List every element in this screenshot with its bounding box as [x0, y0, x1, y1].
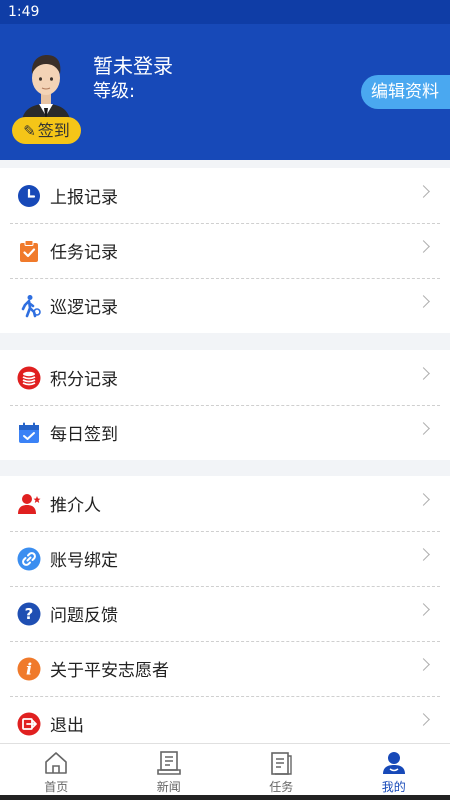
patrol-walk-icon — [17, 294, 41, 318]
status-time: 1:49 — [8, 4, 40, 20]
menu-item-account-binding[interactable]: 账号绑定 — [0, 531, 450, 586]
status-bar: 1:49 — [0, 0, 450, 24]
menu-label: 退出 — [50, 716, 84, 736]
tab-news[interactable]: 新闻 — [113, 744, 226, 795]
tab-label: 首页 — [44, 780, 69, 794]
chevron-right-icon — [417, 295, 430, 308]
signin-label: 签到 — [37, 121, 70, 140]
menu-label: 每日签到 — [50, 425, 118, 445]
menu-label: 问题反馈 — [50, 606, 118, 626]
menu-item-patrol-records[interactable]: 巡逻记录 — [0, 278, 450, 333]
points-coins-icon — [17, 366, 41, 390]
chevron-right-icon — [417, 658, 430, 671]
menu-item-feedback[interactable]: ? 问题反馈 — [0, 586, 450, 641]
menu-label: 巡逻记录 — [50, 298, 118, 318]
task-icon — [271, 752, 292, 775]
menu-item-points-records[interactable]: 积分记录 — [0, 350, 450, 405]
profile-icon — [382, 752, 405, 774]
chevron-right-icon — [417, 422, 430, 435]
logout-icon — [17, 712, 41, 736]
menu-item-task-records[interactable]: 任务记录 — [0, 223, 450, 278]
menu-item-daily-signin[interactable]: 每日签到 — [0, 405, 450, 460]
tab-label: 任务 — [269, 780, 294, 794]
clock-icon — [17, 184, 41, 208]
chevron-right-icon — [417, 185, 430, 198]
calendar-check-icon — [17, 421, 41, 445]
menu-item-about[interactable]: i 关于平安志愿者 — [0, 641, 450, 696]
menu-label: 任务记录 — [50, 243, 118, 263]
menu-group-points: 积分记录 每日签到 — [0, 350, 450, 460]
link-icon — [17, 547, 41, 571]
signin-button[interactable]: ✎ 签到 — [12, 117, 81, 144]
system-nav-strip — [0, 795, 450, 800]
chevron-right-icon — [417, 367, 430, 380]
tab-label: 我的 — [381, 780, 406, 794]
edit-profile-button[interactable]: 编辑资料 — [361, 75, 450, 109]
svg-text:i: i — [26, 659, 32, 678]
avatar[interactable] — [17, 46, 75, 128]
tab-label: 新闻 — [156, 780, 181, 794]
menu-item-referrer[interactable]: 推介人 — [0, 476, 450, 531]
user-level: 等级: — [93, 81, 136, 102]
tab-home[interactable]: 首页 — [0, 744, 113, 795]
tab-task[interactable]: 任务 — [225, 744, 338, 795]
menu-label: 账号绑定 — [50, 551, 118, 571]
question-icon: ? — [17, 602, 41, 626]
info-icon: i — [17, 657, 41, 681]
task-clipboard-icon — [17, 239, 41, 263]
chevron-right-icon — [417, 240, 430, 253]
news-icon — [156, 751, 181, 775]
menu-label: 上报记录 — [50, 188, 118, 208]
pencil-icon: ✎ — [23, 122, 36, 140]
menu-label: 积分记录 — [50, 370, 118, 390]
referrer-user-icon — [17, 492, 41, 516]
chevron-right-icon — [417, 548, 430, 561]
home-icon — [45, 752, 68, 774]
menu-label: 关于平安志愿者 — [50, 661, 169, 681]
tab-mine[interactable]: 我的 — [338, 744, 450, 795]
chevron-right-icon — [417, 603, 430, 616]
profile-header: 暂未登录 等级: ✎ 签到 编辑资料 — [0, 24, 450, 160]
menu-group-account: 推介人 账号绑定 ? 问题反馈 i 关于平安志愿者 退出 — [0, 476, 450, 751]
menu-group-records: 上报记录 任务记录 巡逻记录 — [0, 168, 450, 333]
menu-label: 推介人 — [50, 496, 101, 516]
username: 暂未登录 — [93, 54, 173, 78]
bottom-tab-bar: 首页 新闻 任务 我的 — [0, 743, 450, 795]
menu-item-report-records[interactable]: 上报记录 — [0, 168, 450, 223]
svg-text:?: ? — [25, 605, 34, 623]
chevron-right-icon — [417, 713, 430, 726]
chevron-right-icon — [417, 493, 430, 506]
